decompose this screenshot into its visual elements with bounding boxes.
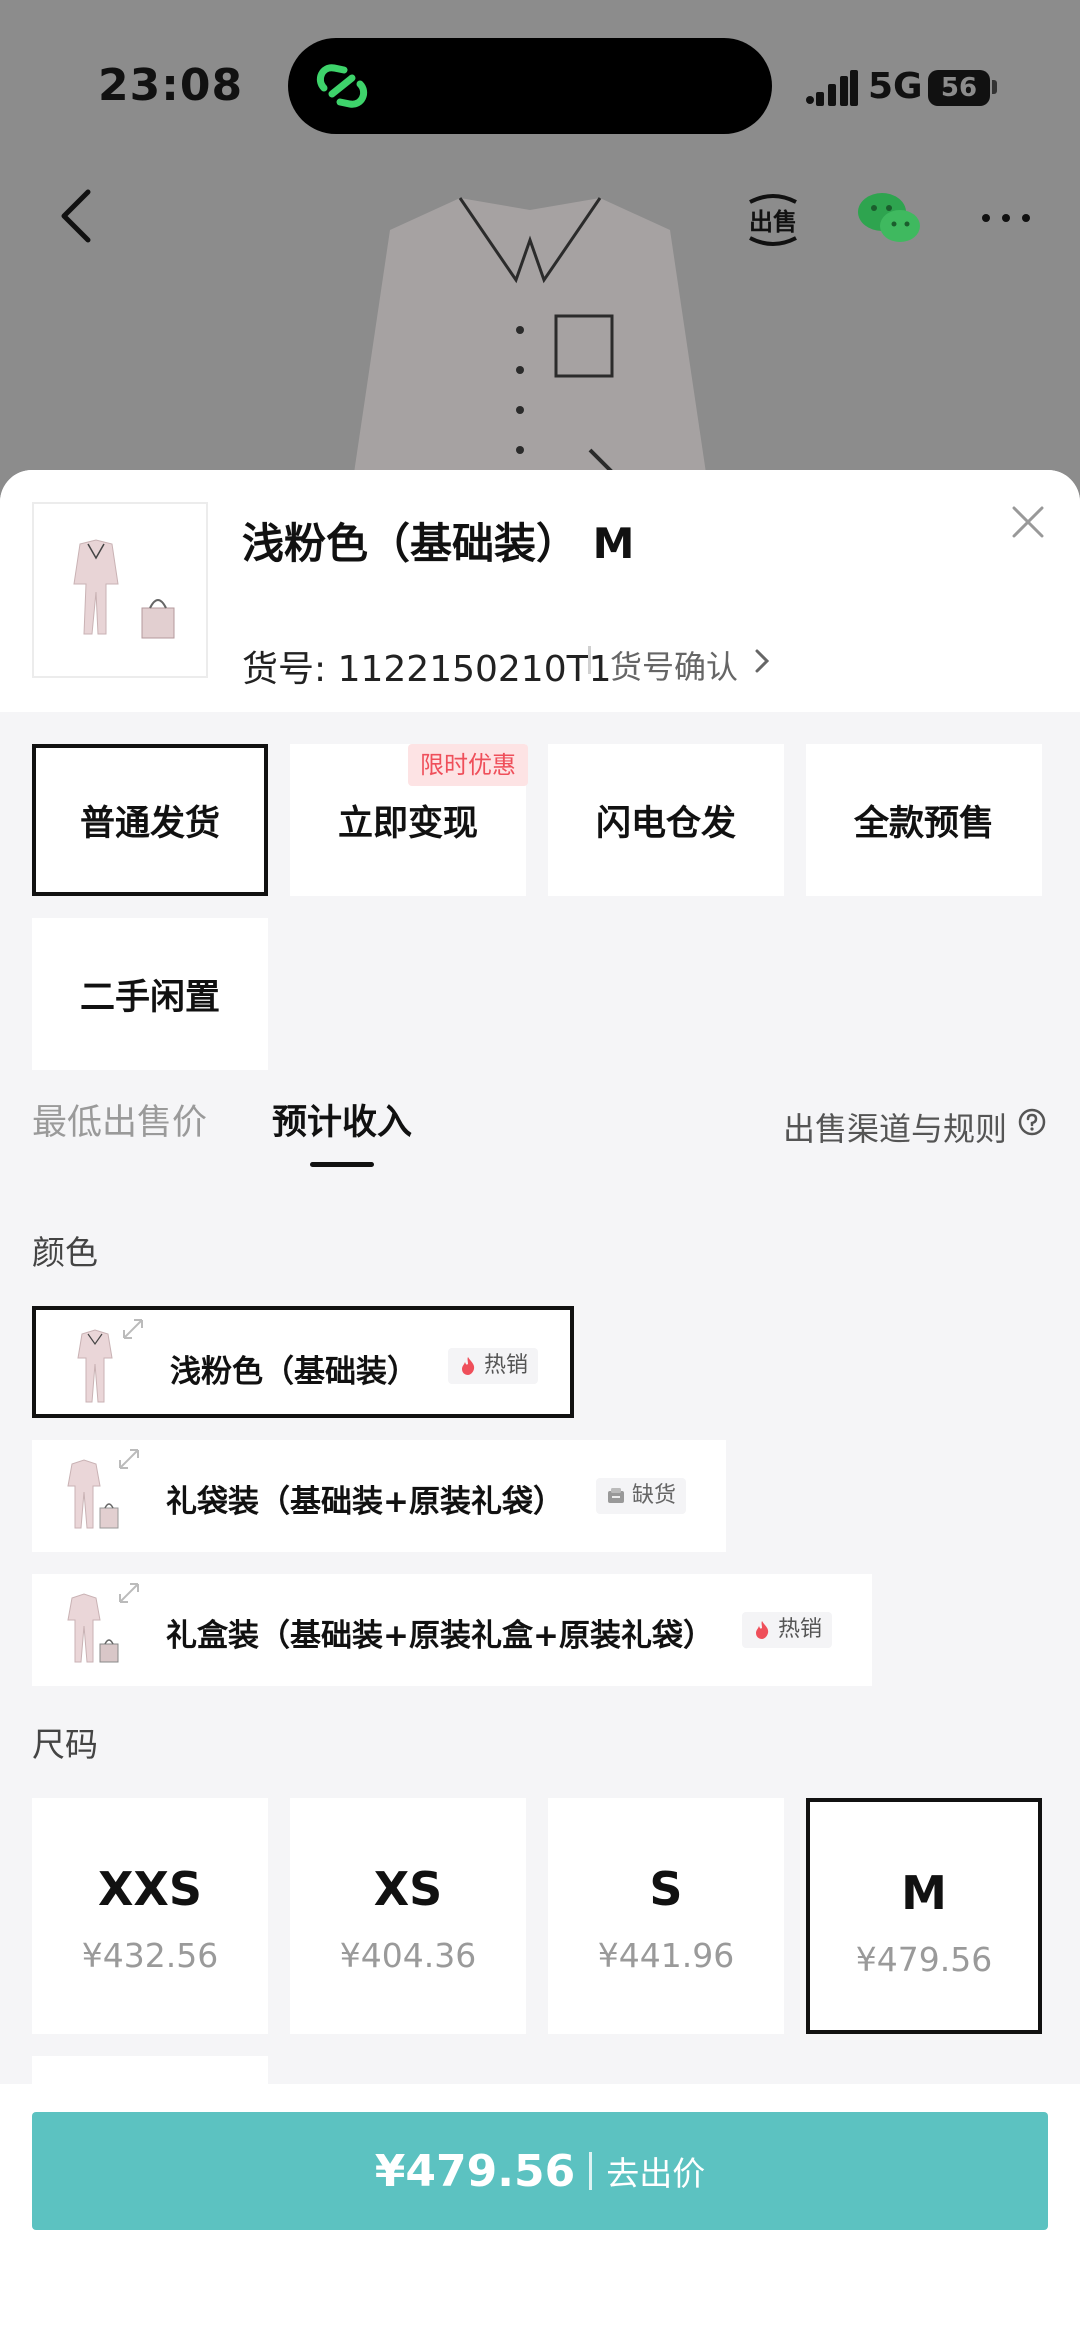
size-option-xxs[interactable]: XXS ¥432.56 bbox=[32, 1798, 268, 2034]
sku-selection-sheet: 浅粉色（基础装） M 货号: 1122150210T1 货号确认 普通发货 立即… bbox=[0, 470, 1080, 2348]
tab-estimated-income[interactable]: 预计收入 bbox=[272, 1094, 412, 1145]
shipping-option-label: 普通发货 bbox=[79, 803, 220, 844]
color-option-light-pink[interactable]: 浅粉色（基础装） 热销 bbox=[32, 1306, 574, 1418]
dynamic-island bbox=[288, 38, 772, 134]
size-name: M bbox=[901, 1866, 947, 1920]
back-arrow-icon[interactable] bbox=[52, 186, 102, 246]
sku-number: 货号: 1122150210T1 bbox=[242, 649, 612, 690]
wechat-icon[interactable] bbox=[856, 190, 922, 246]
app-link-icon bbox=[316, 64, 368, 108]
size-name: XXS bbox=[97, 1862, 203, 1916]
cta-label: 去出价 bbox=[606, 2154, 706, 2193]
cta-price: ¥479.56 bbox=[374, 2145, 576, 2197]
pajama-thumbnail-image bbox=[73, 539, 175, 639]
color-option-gift-bag[interactable]: 礼袋装（基础装+原装礼袋） 缺货 bbox=[32, 1440, 726, 1552]
battery-tip bbox=[992, 80, 997, 94]
battery-level: 56 bbox=[928, 70, 990, 106]
status-bar: 23:08 5G 56 bbox=[0, 0, 1080, 170]
color-thumbnail bbox=[67, 1459, 119, 1529]
expand-icon[interactable] bbox=[116, 1580, 142, 1606]
product-thumbnail bbox=[32, 502, 208, 678]
color-thumbnail bbox=[67, 1593, 119, 1663]
out-of-stock-badge: 缺货 bbox=[596, 1478, 687, 1514]
svg-text:出售: 出售 bbox=[749, 208, 797, 236]
bottom-action-bar: ¥479.56 去出价 bbox=[0, 2084, 1080, 2348]
color-thumbnail bbox=[77, 1329, 113, 1403]
size-price: ¥432.56 bbox=[81, 1936, 219, 1975]
sheet-title: 浅粉色（基础装） M bbox=[242, 519, 635, 568]
cellular-signal-icon bbox=[806, 70, 858, 106]
shipping-option-label: 闪电仓发 bbox=[595, 803, 736, 844]
shipping-option-normal[interactable]: 普通发货 bbox=[32, 744, 268, 896]
box-icon bbox=[608, 1488, 624, 1503]
sku-confirm-link[interactable]: 货号确认 bbox=[610, 642, 738, 688]
expand-icon[interactable] bbox=[116, 1446, 142, 1472]
cta-divider bbox=[589, 2152, 593, 2190]
close-icon[interactable] bbox=[1010, 504, 1046, 540]
sku-divider bbox=[588, 646, 591, 674]
sheet-header: 浅粉色（基础装） M 货号: 1122150210T1 货号确认 bbox=[0, 470, 1080, 712]
size-section-label: 尺码 bbox=[32, 1725, 98, 1764]
flame-icon bbox=[756, 1621, 769, 1639]
flame-icon bbox=[462, 1357, 475, 1375]
product-image bbox=[350, 197, 710, 500]
badge-text: 热销 bbox=[778, 1617, 823, 1642]
place-bid-button[interactable]: ¥479.56 去出价 bbox=[32, 2112, 1048, 2230]
help-icon[interactable] bbox=[1018, 1108, 1046, 1136]
size-price: ¥479.56 bbox=[855, 1940, 993, 1979]
size-price: ¥404.36 bbox=[339, 1936, 477, 1975]
network-type: 5G bbox=[868, 66, 923, 107]
color-option-label: 礼袋装（基础装+原装礼袋） bbox=[166, 1484, 564, 1520]
shipping-option-second-hand[interactable]: 二手闲置 bbox=[32, 918, 268, 1070]
color-section-label: 颜色 bbox=[32, 1233, 98, 1272]
hot-sale-badge: 热销 bbox=[448, 1348, 539, 1384]
size-name: XS bbox=[373, 1862, 443, 1916]
sales-rules-link[interactable]: 出售渠道与规则 bbox=[783, 1104, 1007, 1150]
shipping-option-flash-warehouse[interactable]: 闪电仓发 bbox=[548, 744, 784, 896]
chevron-right-icon[interactable] bbox=[754, 648, 770, 674]
color-option-label: 浅粉色（基础装） bbox=[170, 1354, 418, 1390]
size-price: ¥441.96 bbox=[597, 1936, 735, 1975]
color-option-gift-box[interactable]: 礼盒装（基础装+原装礼盒+原装礼袋） 热销 bbox=[32, 1574, 872, 1686]
size-option-s[interactable]: S ¥441.96 bbox=[548, 1798, 784, 2034]
size-option-xs[interactable]: XS ¥404.36 bbox=[290, 1798, 526, 2034]
size-option-m[interactable]: M ¥479.56 bbox=[806, 1798, 1042, 2034]
shipping-option-full-presale[interactable]: 全款预售 bbox=[806, 744, 1042, 896]
hot-sale-badge: 热销 bbox=[742, 1612, 833, 1648]
price-tabs: 最低出售价 预计收入 出售渠道与规则 bbox=[0, 1066, 1080, 1176]
more-icon[interactable] bbox=[978, 198, 1034, 238]
shipping-option-label: 二手闲置 bbox=[79, 977, 220, 1018]
expand-icon[interactable] bbox=[120, 1316, 146, 1342]
status-time: 23:08 bbox=[98, 60, 244, 111]
tab-lowest-price[interactable]: 最低出售价 bbox=[32, 1094, 207, 1145]
active-tab-indicator bbox=[310, 1162, 374, 1167]
shipping-option-label: 立即变现 bbox=[337, 803, 478, 844]
size-name: S bbox=[649, 1862, 683, 1916]
promo-badge: 限时优惠 bbox=[408, 744, 528, 786]
color-option-label: 礼盒装（基础装+原装礼盒+原装礼袋） bbox=[166, 1618, 714, 1654]
badge-text: 热销 bbox=[484, 1353, 529, 1378]
sell-icon[interactable]: 出售 bbox=[742, 190, 804, 250]
badge-text: 缺货 bbox=[632, 1483, 677, 1508]
shipping-option-label: 全款预售 bbox=[853, 803, 994, 844]
